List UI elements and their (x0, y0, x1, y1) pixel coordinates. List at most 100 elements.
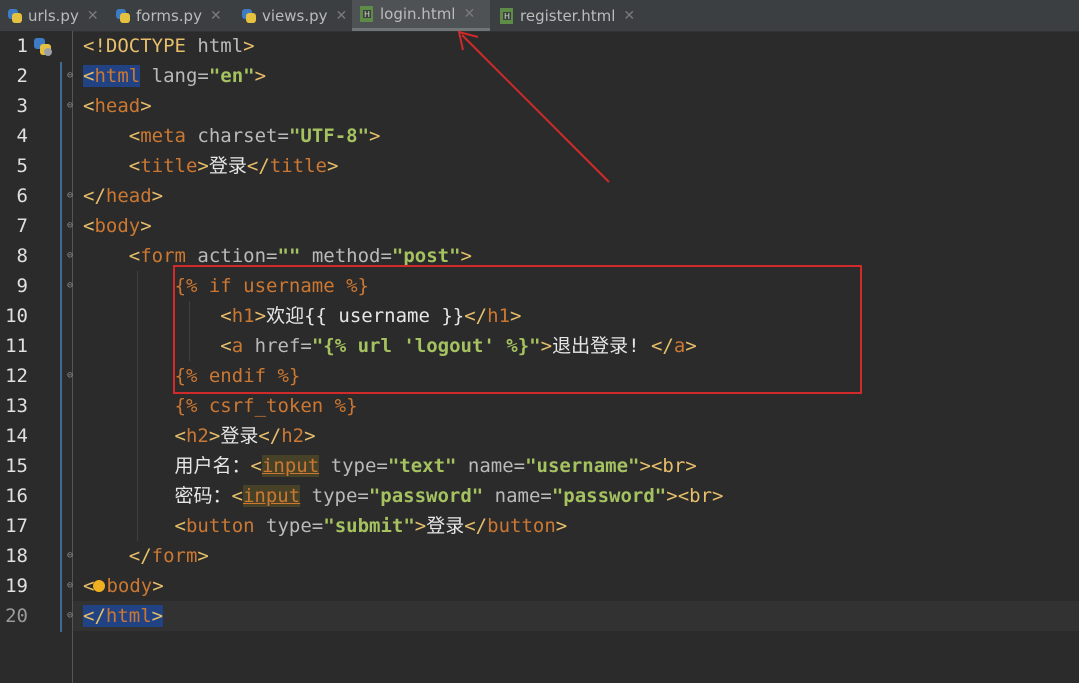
python-file-icon (241, 8, 257, 24)
code-line[interactable]: <h2>登录</h2> (83, 421, 316, 451)
tag-name: html (94, 65, 141, 87)
template-tag: {% csrf_token %} (174, 395, 358, 417)
lightbulb-icon[interactable] (93, 580, 105, 592)
attr-value: "text" (387, 455, 457, 477)
close-icon[interactable]: ✕ (87, 8, 99, 24)
tag-name: h2 (185, 425, 209, 447)
attr-value: "username" (525, 455, 640, 477)
tag-bracket: < (83, 215, 95, 237)
attr-name: charset= (185, 125, 289, 147)
close-icon[interactable]: ✕ (623, 8, 635, 24)
tag-name: meta (140, 125, 186, 147)
line-number: 6 (16, 185, 28, 207)
tab-label: register.html (520, 6, 616, 25)
text-content: 登录 (220, 425, 259, 447)
tag-bracket: < (250, 455, 262, 477)
python-run-icon[interactable] (34, 38, 52, 56)
tag-bracket: < (174, 425, 186, 447)
line-number: 8 (16, 245, 28, 267)
tag-name: title (140, 155, 198, 177)
tag-bracket: </ (246, 155, 270, 177)
tag-bracket: > (140, 215, 152, 237)
tag-bracket: < (83, 95, 95, 117)
attr-name: name= (456, 455, 526, 477)
code-line[interactable]: 密码：<input type="password" name="password… (83, 481, 723, 511)
close-icon[interactable]: ✕ (463, 6, 475, 22)
attr-value: "password" (551, 485, 667, 507)
tag-bracket: < (128, 245, 141, 267)
line-number: 18 (5, 545, 28, 567)
tag-bracket: > (243, 35, 255, 57)
tag-bracket: > (414, 515, 427, 537)
tag-bracket: > (151, 605, 164, 627)
tag-name: button (487, 515, 556, 537)
code-line[interactable]: {% csrf_token %} (83, 391, 358, 421)
code-line-current[interactable]: </html> (73, 601, 1079, 631)
tab-forms-py[interactable]: forms.py ✕ (108, 0, 231, 31)
attr-name: type= (254, 515, 324, 537)
code-line[interactable]: <title>登录</title> (83, 151, 339, 181)
tab-views-py[interactable]: views.py ✕ (234, 0, 350, 31)
tag-bracket: > (152, 575, 164, 597)
fold-icon[interactable]: ⊖ (64, 69, 76, 83)
tag-name: body (94, 215, 141, 237)
code-line[interactable]: 用户名：<input type="text" name="username"><… (83, 451, 697, 481)
python-file-icon (115, 8, 131, 24)
tag-name: h2 (281, 425, 305, 447)
tag-bracket: > (460, 245, 472, 267)
code-line[interactable]: <!DOCTYPE html> (83, 31, 255, 61)
close-icon[interactable]: ✕ (210, 8, 222, 24)
tag-name: input (261, 455, 320, 477)
fold-icon[interactable]: ⊖ (64, 279, 76, 293)
attr-value: "en" (208, 65, 255, 87)
tag-bracket: > (151, 185, 164, 207)
close-icon[interactable]: ✕ (336, 8, 348, 24)
annotation-highlight-box (173, 265, 862, 394)
tag-bracket: > (197, 545, 209, 567)
tag-bracket: > (326, 155, 339, 177)
fold-icon[interactable]: ⊖ (64, 189, 76, 203)
line-number: 19 (5, 575, 28, 597)
code-line[interactable]: </head> (83, 181, 163, 211)
fold-icon[interactable]: ⊖ (64, 369, 76, 383)
text-content: 登录 (208, 155, 247, 177)
vcs-change-marker[interactable] (60, 62, 62, 632)
tag-bracket: ><br> (639, 455, 697, 477)
tag-name: form (151, 545, 198, 567)
fold-icon[interactable]: ⊖ (64, 579, 76, 593)
code-line[interactable]: <meta charset="UTF-8"> (83, 121, 381, 151)
line-number: 11 (5, 335, 28, 357)
code-line[interactable]: </form> (83, 541, 209, 571)
fold-icon[interactable]: ⊖ (64, 99, 76, 113)
tag-bracket: </ (258, 425, 282, 447)
code-line[interactable]: <head> (83, 91, 152, 121)
tag-bracket: </ (128, 545, 152, 567)
tab-label: forms.py (136, 6, 202, 25)
tag-bracket: < (128, 155, 141, 177)
tab-urls-py[interactable]: urls.py ✕ (0, 0, 104, 31)
tag-name: button (185, 515, 255, 537)
fold-icon[interactable]: ⊖ (64, 549, 76, 563)
tag-name: input (242, 485, 301, 507)
fold-icon[interactable]: ⊖ (64, 249, 76, 263)
doctype-html: html (197, 35, 244, 57)
tag-name: head (105, 185, 152, 207)
code-line[interactable]: <body> (83, 211, 152, 241)
tag-bracket: </ (83, 605, 106, 627)
html-file-icon: H (359, 6, 375, 22)
tab-register-html[interactable]: H register.html ✕ (492, 0, 652, 31)
tag-bracket: > (555, 515, 568, 537)
line-number: 9 (16, 275, 28, 297)
tag-name: head (94, 95, 141, 117)
code-line[interactable]: <html lang="en"> (83, 61, 266, 91)
line-number: 20 (5, 605, 28, 627)
attr-name: type= (300, 485, 369, 507)
code-line[interactable]: <button type="submit">登录</button> (83, 511, 568, 541)
fold-icon[interactable]: ⊖ (64, 219, 76, 233)
text-content: 密码： (174, 485, 232, 507)
editor-tab-bar: urls.py ✕ forms.py ✕ views.py ✕ H login.… (0, 0, 1079, 32)
attr-name: lang= (140, 65, 209, 87)
line-number: 15 (5, 455, 28, 477)
text-content: 用户名： (174, 455, 251, 477)
tab-login-html[interactable]: H login.html ✕ (352, 0, 490, 31)
